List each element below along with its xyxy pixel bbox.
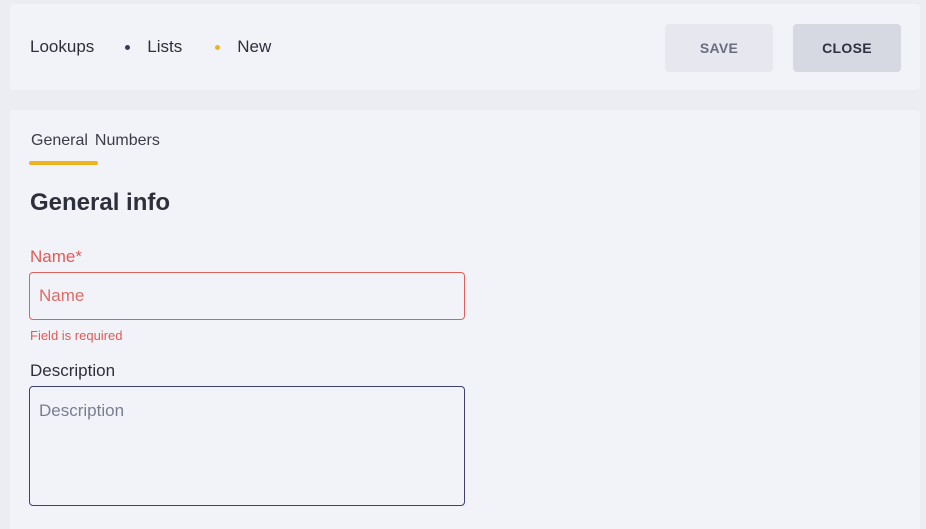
close-button[interactable]: CLOSE [793,24,901,72]
breadcrumb-item-current: New [237,37,272,56]
description-textarea[interactable] [29,386,465,506]
description-field-label: Description [30,361,116,380]
breadcrumb-separator-dot-active [215,44,221,50]
active-tab-indicator [29,161,98,165]
tab-bar: General Numbers [30,132,161,150]
breadcrumb-separator-dot [125,44,131,50]
name-error-message: Field is required [30,328,123,343]
section-title: General info [30,189,171,216]
breadcrumb-item-lists[interactable]: Lists [147,37,182,57]
form-card: General Numbers General info Name* Field… [10,110,920,529]
header-bar: Lookups Lists New SAVE CLOSE [10,4,920,90]
breadcrumb: Lookups Lists New [30,4,271,90]
name-input[interactable] [29,272,465,320]
name-field-label: Name* [30,247,82,266]
tab-general[interactable]: General [30,132,89,150]
breadcrumb-item-lookups[interactable]: Lookups [30,37,94,57]
tab-numbers[interactable]: Numbers [94,132,161,150]
save-button[interactable]: SAVE [665,24,773,72]
